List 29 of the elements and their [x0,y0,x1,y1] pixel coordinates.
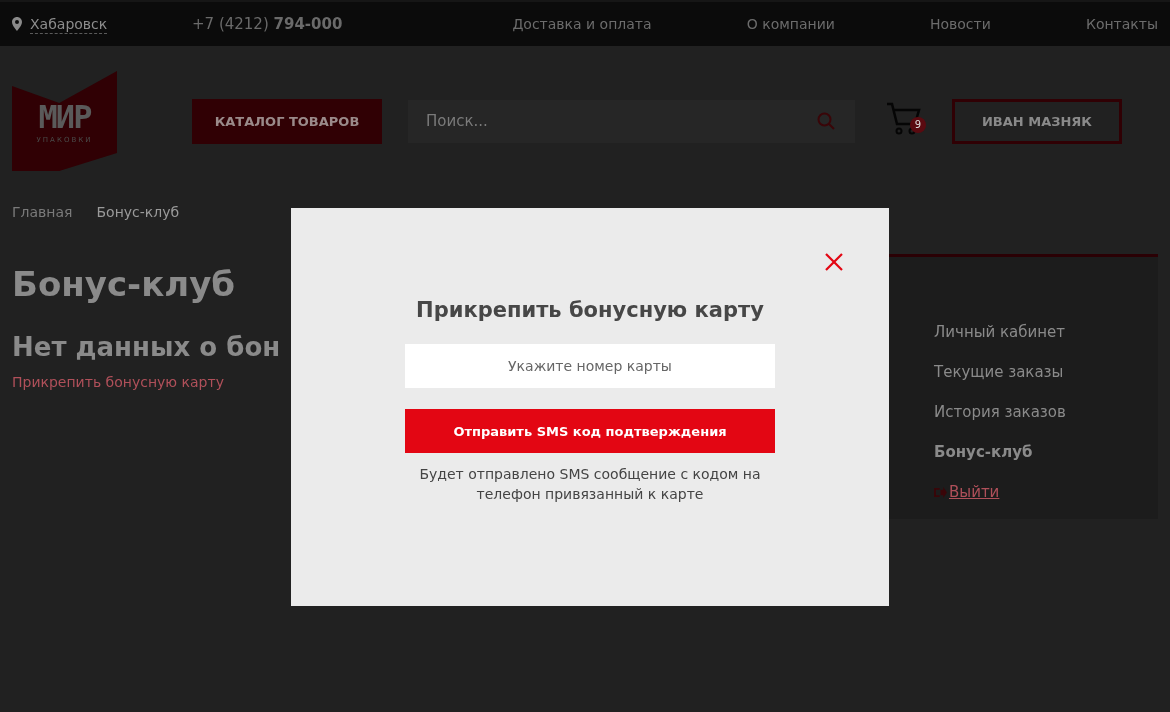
logout-link[interactable]: Выйти [934,482,1000,502]
page-title: Бонус-клуб [12,264,236,304]
phone-link[interactable]: +7 (4212) 794-000 [192,15,343,33]
card-number-field[interactable]: Укажите номер карты [405,344,775,388]
nav-link[interactable]: Новости [929,16,991,32]
city-link[interactable]: Хабаровск [30,14,108,34]
breadcrumb-link[interactable]: Главная [12,204,73,220]
modal-title: Прикрепить бонусную карту [416,298,764,322]
nav-link[interactable]: Контакты [1085,16,1158,32]
breadcrumb-current: Бонус-клуб [96,204,180,220]
sidebar-item[interactable]: Бонус-клуб [934,442,1033,462]
sidebar-item[interactable]: Личный кабинет [934,322,1066,342]
cart-button[interactable]: 9 [885,101,925,141]
sidebar-item[interactable]: История заказов [934,402,1066,422]
close-icon[interactable] [825,253,843,271]
nav-link[interactable]: О компании [746,16,835,32]
search-field[interactable]: Поиск... [408,99,855,143]
sidebar-item[interactable]: Текущие заказы [934,362,1064,382]
section-heading: Нет данных о бон [12,332,281,362]
user-button[interactable]: ИВАН МАЗНЯК [952,98,1122,144]
location-pin-icon [12,17,22,31]
send-sms-button[interactable]: Отправить SMS код подтверждения [405,409,775,453]
cart-icon [885,101,921,137]
catalog-button[interactable]: КАТАЛОГ ТОВАРОВ [192,98,382,144]
modal-note: Будет отправлено SMS сообщение с кодом на телефон привязанный к карте [418,465,762,504]
cart-count-badge: 9 [910,117,926,133]
logout-icon [934,486,947,498]
nav-link[interactable]: Доставка и оплата [512,16,652,32]
attach-card-link[interactable]: Прикрепить бонусную карту [12,374,224,390]
